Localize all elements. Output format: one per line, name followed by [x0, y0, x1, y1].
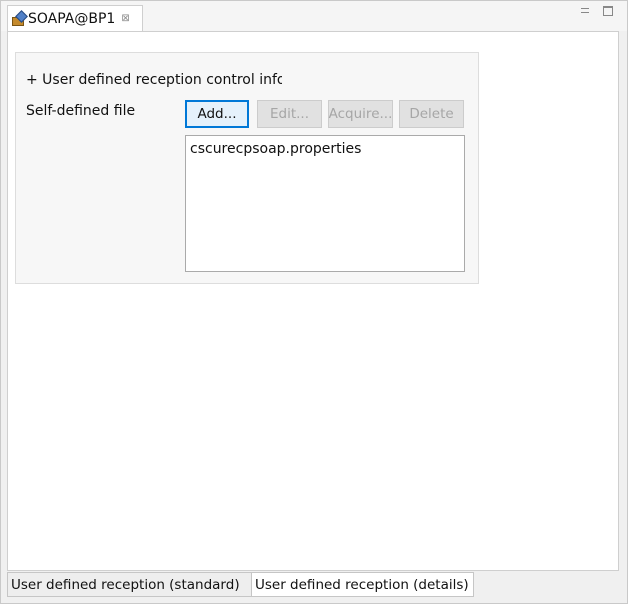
tab-reception-standard[interactable]: User defined reception (standard)	[7, 572, 251, 597]
reception-control-group: + User defined reception control info Se…	[15, 52, 479, 284]
delete-button[interactable]: Delete	[399, 100, 464, 128]
bp-editor-icon	[12, 10, 28, 26]
close-icon[interactable]: ⊠	[121, 13, 129, 24]
editor-window: SOAPA@BP1 ⊠ + User defined reception con…	[0, 0, 628, 604]
editor-tab-bar: SOAPA@BP1 ⊠	[1, 1, 627, 31]
edit-button[interactable]: Edit...	[257, 100, 322, 128]
section-title[interactable]: + User defined reception control info	[26, 72, 282, 88]
add-button[interactable]: Add...	[185, 100, 249, 128]
editor-tab[interactable]: SOAPA@BP1 ⊠	[7, 5, 143, 31]
maximize-icon[interactable]	[603, 6, 613, 16]
self-defined-file-label: Self-defined file	[26, 103, 136, 119]
list-item[interactable]: cscurecpsoap.properties	[186, 136, 464, 157]
tab-reception-details[interactable]: User defined reception (details)	[251, 572, 474, 597]
bottom-tab-bar: User defined reception (standard) User d…	[7, 572, 474, 597]
minimize-icon[interactable]	[581, 8, 589, 13]
editor-content: + User defined reception control info Se…	[7, 31, 619, 571]
view-controls	[581, 4, 613, 16]
self-defined-file-list[interactable]: cscurecpsoap.properties	[185, 135, 465, 272]
editor-tab-title: SOAPA@BP1	[28, 10, 116, 27]
acquire-button[interactable]: Acquire...	[328, 100, 393, 128]
